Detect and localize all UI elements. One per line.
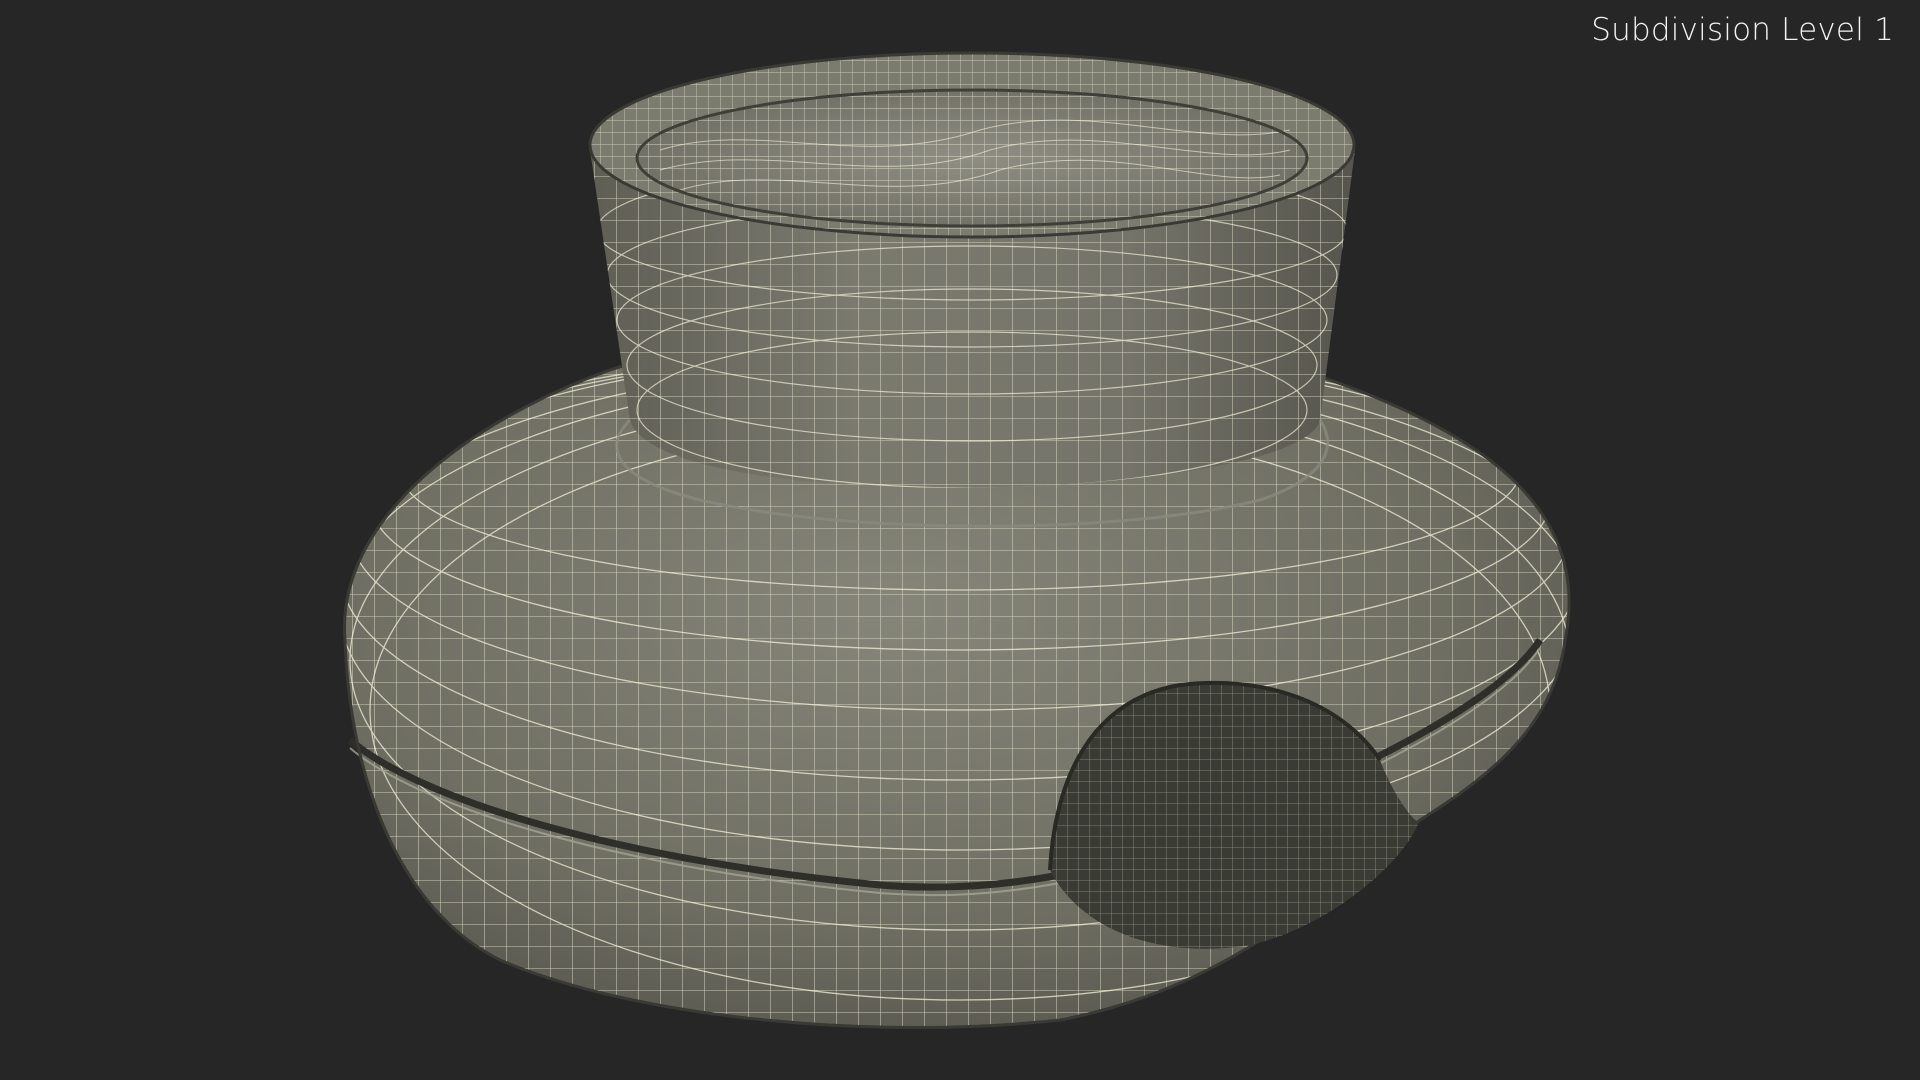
top-cushion	[588, 51, 1356, 239]
subdivision-level-label: Subdivision Level 1	[1591, 12, 1894, 48]
3d-viewport[interactable]: Subdivision Level 1	[0, 0, 1920, 1080]
wireframe-model	[343, 51, 1571, 1029]
